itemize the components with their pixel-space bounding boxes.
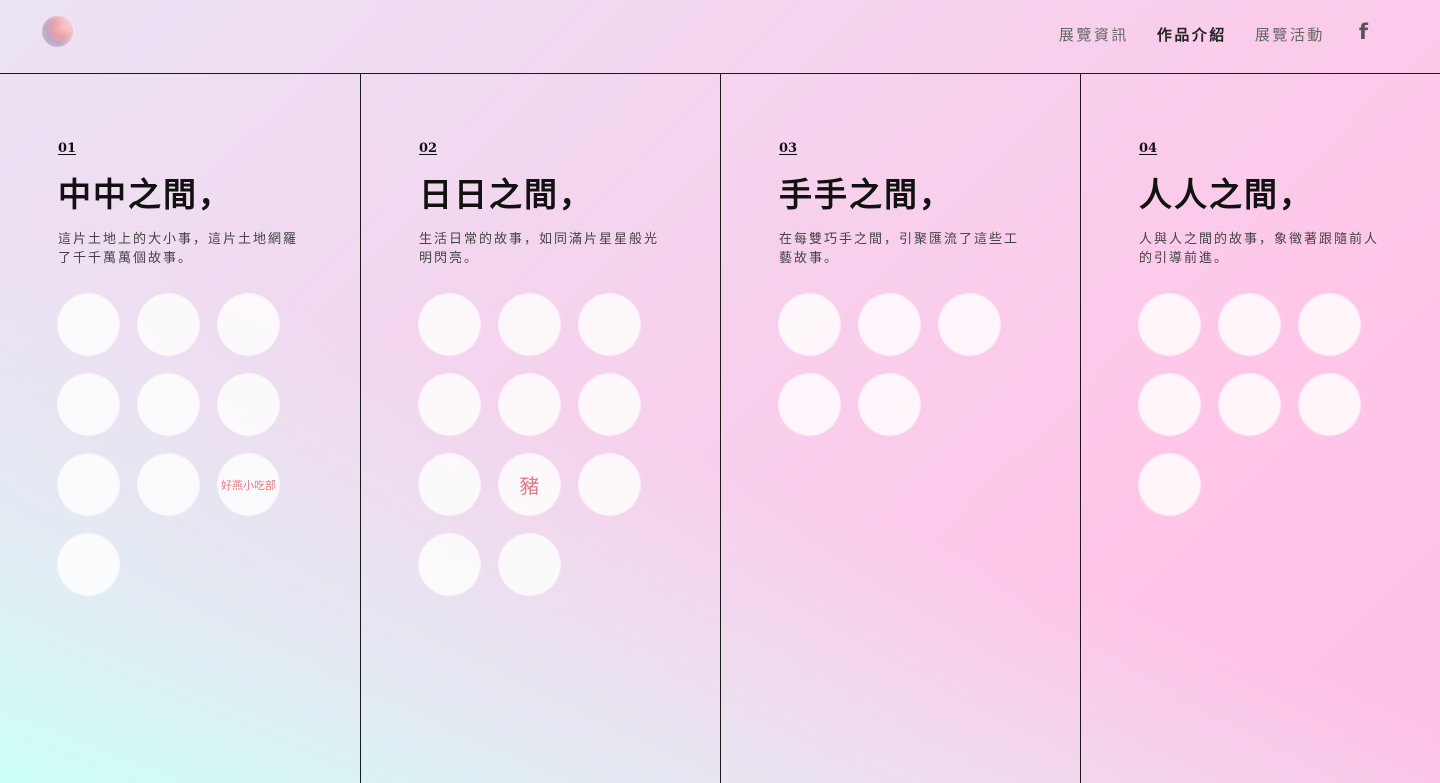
work-badge-doll-logo[interactable]: [1139, 374, 1200, 435]
work-badge-lines-logo[interactable]: [138, 374, 199, 435]
work-badge-bloom-logo[interactable]: [499, 294, 560, 355]
work-badge-script-logo[interactable]: [1139, 454, 1200, 515]
badge-label: 豬: [519, 474, 540, 498]
column-title: 中中之間，: [58, 175, 233, 214]
category-column: 04 人人之間， 人與人之間的故事，象徵著跟隨前人的引導前進。: [1080, 74, 1440, 783]
badge-grid: [779, 294, 1080, 435]
work-badge-flower-char-logo[interactable]: [779, 374, 840, 435]
column-description: 在每雙巧手之間，引聚匯流了這些工藝故事。: [779, 232, 1020, 266]
nav-events[interactable]: 展覽活動: [1255, 24, 1325, 46]
category-column: 01 中中之間， 這片土地上的大小事，這片土地網羅了千千萬萬個故事。 好燕小吃部: [0, 74, 360, 783]
work-badge-lotus-logo[interactable]: [499, 534, 560, 595]
column-number: 04: [1139, 141, 1158, 156]
column-title: 人人之間，: [1139, 175, 1314, 214]
work-badge-book-logo[interactable]: [58, 294, 119, 355]
site-logo-icon[interactable]: [42, 16, 73, 47]
work-badge-ribbon-logo[interactable]: [419, 454, 480, 515]
work-badge-script-logo[interactable]: [939, 294, 1000, 355]
work-badge-hand-logo[interactable]: [859, 294, 920, 355]
work-badge-flower-logo[interactable]: [218, 374, 279, 435]
category-columns: 01 中中之間， 這片土地上的大小事，這片土地網羅了千千萬萬個故事。 好燕小吃部…: [0, 74, 1440, 783]
work-badge-figure-logo[interactable]: [1219, 294, 1280, 355]
column-number: 01: [58, 141, 77, 156]
work-badge-pig-logo[interactable]: 豬: [499, 454, 560, 515]
column-description: 這片土地上的大小事，這片土地網羅了千千萬萬個故事。: [58, 232, 299, 266]
badge-grid: 豬: [419, 294, 720, 595]
badge-grid: [1139, 294, 1440, 515]
main-nav: 展覽資訊 作品介紹 展覽活動 f: [1031, 21, 1368, 46]
category-column: 03 手手之間， 在每雙巧手之間，引聚匯流了這些工藝故事。: [720, 74, 1080, 783]
column-title: 日日之間，: [419, 175, 594, 214]
site-header: 展覽資訊 作品介紹 展覽活動 f: [0, 0, 1440, 74]
work-badge-cake-logo[interactable]: [499, 374, 560, 435]
nav-works[interactable]: 作品介紹: [1157, 24, 1227, 46]
badge-label: 好燕小吃部: [221, 478, 276, 492]
work-badge-stage-logo[interactable]: [419, 374, 480, 435]
column-number: 02: [419, 141, 438, 156]
badge-grid: 好燕小吃部: [58, 294, 360, 595]
work-badge-house-logo[interactable]: [138, 294, 199, 355]
nav-exhibition-info[interactable]: 展覽資訊: [1059, 24, 1129, 46]
column-title: 手手之間，: [779, 175, 954, 214]
work-badge-fortune-logo[interactable]: [1219, 374, 1280, 435]
work-badge-calligraphy-logo[interactable]: [579, 374, 640, 435]
work-badge-tiger-logo[interactable]: [138, 454, 199, 515]
work-badge-calligraphy-logo[interactable]: [58, 534, 119, 595]
work-badge-mountain-logo[interactable]: [218, 294, 279, 355]
work-badge-character-logo[interactable]: [58, 454, 119, 515]
work-badge-eye-logo[interactable]: [1299, 294, 1360, 355]
work-badge-seal-logo[interactable]: [1299, 374, 1360, 435]
column-description: 生活日常的故事，如同滿片星星般光明閃亮。: [419, 232, 660, 266]
work-badge-portrait-logo[interactable]: [1139, 294, 1200, 355]
work-badge-shop-logo[interactable]: [58, 374, 119, 435]
work-badge-line-logo[interactable]: [779, 294, 840, 355]
facebook-icon[interactable]: f: [1359, 21, 1368, 43]
work-badge-face-logo[interactable]: [859, 374, 920, 435]
column-description: 人與人之間的故事，象徵著跟隨前人的引導前進。: [1139, 232, 1380, 266]
column-number: 03: [779, 141, 798, 156]
work-badge-text-logo[interactable]: 好燕小吃部: [218, 454, 279, 515]
work-badge-bowl-logo[interactable]: [579, 454, 640, 515]
work-badge-circle-logo[interactable]: [419, 534, 480, 595]
category-column: 02 日日之間， 生活日常的故事，如同滿片星星般光明閃亮。 豬: [360, 74, 720, 783]
work-badge-script-logo[interactable]: [419, 294, 480, 355]
work-badge-lily-logo[interactable]: [579, 294, 640, 355]
